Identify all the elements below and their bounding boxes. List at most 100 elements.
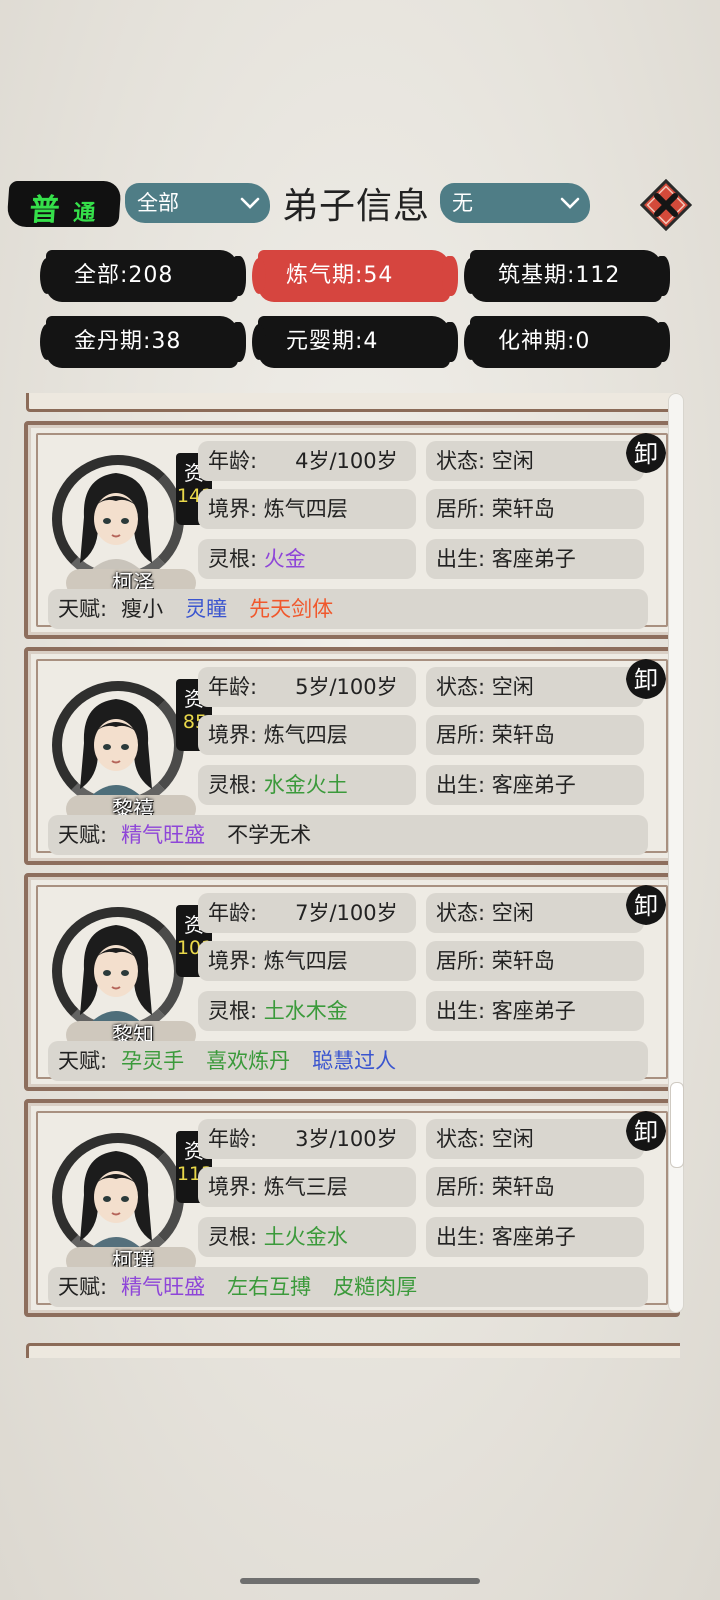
talent-label: 天赋: (58, 1049, 108, 1073)
talent-tag: 聪慧过人 (312, 1049, 397, 1073)
mode-toggle-button[interactable]: 普 通 (6, 181, 122, 228)
residence-label: 居所: (436, 723, 486, 747)
realm-value: 炼气三层 (263, 1175, 348, 1199)
filter-dropdown-value: 无 (452, 191, 473, 215)
age-value: 5岁/100岁 (295, 675, 398, 699)
filter-dropdown[interactable]: 无 (440, 183, 590, 223)
talent-label: 天赋: (58, 597, 108, 621)
chevron-down-icon (240, 197, 260, 209)
disciple-card[interactable]: 资 101 黎知 年龄: 7岁/100岁 状态: 空闲 境界: 炼气四层 居所: … (24, 873, 680, 1091)
realm-label: 境界: (208, 723, 258, 747)
origin-label: 出生: (436, 1225, 486, 1249)
origin-value: 客座弟子 (491, 547, 576, 571)
realm-field: 境界: 炼气三层 (198, 1167, 416, 1207)
residence-label: 居所: (436, 949, 486, 973)
filter-chip-qi-refining[interactable]: 炼气期:54 (252, 250, 458, 302)
origin-label: 出生: (436, 547, 486, 571)
realm-dropdown-value: 全部 (137, 191, 179, 215)
age-label: 年龄: (208, 449, 258, 473)
mode-label-2: 通 (72, 200, 97, 226)
disciple-card[interactable]: 资 85 黎禧 年龄: 5岁/100岁 状态: 空闲 境界: 炼气四层 居所: 荣… (24, 647, 680, 865)
portrait-icon (80, 1151, 152, 1249)
status-label: 状态: (436, 901, 486, 925)
origin-value: 客座弟子 (491, 1225, 576, 1249)
spirit-root-field: 灵根: 火金 (198, 539, 416, 579)
realm-label: 境界: (208, 497, 258, 521)
spirit-root-label: 灵根: (208, 547, 258, 571)
age-label: 年龄: (208, 901, 258, 925)
chip-label: 筑基期:112 (498, 263, 621, 288)
chip-label: 金丹期:38 (74, 329, 182, 354)
talent-row: 天赋: 精气旺盛 左右互搏 皮糙肉厚 (48, 1267, 648, 1307)
talent-tag: 喜欢炼丹 (206, 1049, 291, 1073)
status-field: 状态: 空闲 (426, 667, 644, 707)
portrait-icon (80, 925, 152, 1023)
list-item-edge (26, 393, 680, 412)
filter-chip-foundation[interactable]: 筑基期:112 (464, 250, 670, 302)
disciple-list[interactable]: 资 141 柯泽 年龄: 4岁/100岁 状态: 空闲 境界: 炼气四层 居所: … (20, 393, 680, 1358)
close-icon[interactable] (640, 179, 692, 231)
filter-chip-nascent-soul[interactable]: 元婴期:4 (252, 316, 458, 368)
filter-chip-spirit-severing[interactable]: 化神期:0 (464, 316, 670, 368)
home-indicator[interactable] (240, 1578, 480, 1584)
origin-field: 出生: 客座弟子 (426, 539, 644, 579)
svg-text:卸: 卸 (634, 666, 658, 694)
age-value: 4岁/100岁 (295, 449, 398, 473)
chip-label: 全部:208 (74, 263, 174, 288)
unload-seal-icon[interactable]: 卸 (624, 657, 668, 701)
realm-value: 炼气四层 (263, 949, 348, 973)
status-value: 空闲 (491, 675, 534, 699)
avatar: 资 113 柯瑾 (46, 1115, 213, 1275)
talent-tag: 瘦小 (121, 597, 164, 621)
mode-label-1: 普 (28, 193, 61, 228)
age-field: 年龄: 7岁/100岁 (198, 893, 416, 933)
realm-dropdown[interactable]: 全部 (125, 183, 270, 223)
talent-tag: 灵瞳 (185, 597, 228, 621)
realm-value: 炼气四层 (263, 723, 348, 747)
origin-field: 出生: 客座弟子 (426, 1217, 644, 1257)
age-value: 7岁/100岁 (295, 901, 398, 925)
age-field: 年龄: 3岁/100岁 (198, 1119, 416, 1159)
origin-field: 出生: 客座弟子 (426, 765, 644, 805)
spirit-root-value: 火金 (263, 547, 306, 571)
page-title: 弟子信息 (282, 186, 431, 227)
talent-list: 精气旺盛 不学无术 (107, 823, 311, 847)
disciple-card[interactable]: 资 141 柯泽 年龄: 4岁/100岁 状态: 空闲 境界: 炼气四层 居所: … (24, 421, 680, 639)
residence-value: 荣轩岛 (491, 723, 555, 747)
chip-label: 元婴期:4 (286, 329, 379, 354)
filter-chip-golden-core[interactable]: 金丹期:38 (40, 316, 246, 368)
talent-row: 天赋: 孕灵手 喜欢炼丹 聪慧过人 (48, 1041, 648, 1081)
avatar: 资 101 黎知 (46, 889, 213, 1049)
portrait-icon (80, 699, 152, 797)
status-label: 状态: (436, 449, 486, 473)
age-label: 年龄: (208, 1127, 258, 1151)
talent-label: 天赋: (58, 823, 108, 847)
age-field: 年龄: 5岁/100岁 (198, 667, 416, 707)
residence-label: 居所: (436, 1175, 486, 1199)
filter-chip-all[interactable]: 全部:208 (40, 250, 246, 302)
status-label: 状态: (436, 1127, 486, 1151)
status-value: 空闲 (491, 1127, 534, 1151)
origin-label: 出生: (436, 773, 486, 797)
svg-text:卸: 卸 (634, 1118, 658, 1146)
residence-value: 荣轩岛 (491, 497, 555, 521)
unload-seal-icon[interactable]: 卸 (624, 431, 668, 475)
status-value: 空闲 (491, 449, 534, 473)
disciple-card[interactable]: 资 113 柯瑾 年龄: 3岁/100岁 状态: 空闲 境界: 炼气三层 居所: … (24, 1099, 680, 1317)
scrollbar[interactable] (668, 393, 684, 1313)
talent-row: 天赋: 瘦小 灵瞳 先天剑体 (48, 589, 648, 629)
talent-row: 天赋: 精气旺盛 不学无术 (48, 815, 648, 855)
portrait-icon (80, 473, 152, 571)
spirit-root-value: 土火金水 (263, 1225, 348, 1249)
scrollbar-thumb[interactable] (670, 1082, 684, 1168)
unload-seal-icon[interactable]: 卸 (624, 883, 668, 927)
realm-field: 境界: 炼气四层 (198, 715, 416, 755)
origin-value: 客座弟子 (491, 999, 576, 1023)
spirit-root-value: 土水木金 (263, 999, 348, 1023)
talent-label: 天赋: (58, 1275, 108, 1299)
unload-seal-icon[interactable]: 卸 (624, 1109, 668, 1153)
talent-list: 孕灵手 喜欢炼丹 聪慧过人 (107, 1049, 396, 1073)
spirit-root-label: 灵根: (208, 773, 258, 797)
age-value: 3岁/100岁 (295, 1127, 398, 1151)
residence-field: 居所: 荣轩岛 (426, 715, 644, 755)
